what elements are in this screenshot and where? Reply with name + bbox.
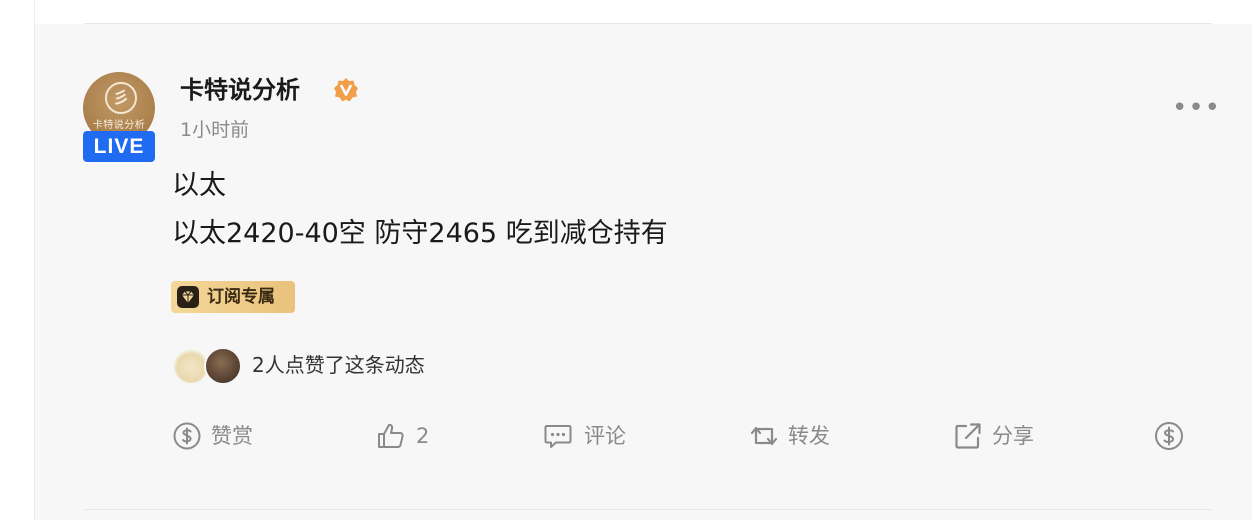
avatar-caption: 卡特说分析 (92, 120, 146, 131)
subscription-exclusive-tag[interactable]: 订阅专属 (171, 281, 295, 313)
more-options-icon[interactable]: ••• (1172, 95, 1220, 121)
share-external-icon (955, 423, 981, 449)
tip-button[interactable] (1154, 419, 1188, 453)
repost-arrows-icon (750, 426, 778, 446)
dollar-coin-icon (1155, 422, 1183, 450)
left-panel-edge (0, 0, 35, 520)
post-content-line-2: 以太2420-40空 防守2465 吃到减仓持有 (172, 218, 668, 249)
post-time: 1小时前 (180, 119, 250, 141)
repost-label: 转发 (788, 424, 830, 448)
like-count: 2 (416, 424, 430, 448)
reward-coin-icon (173, 422, 201, 450)
repost-button[interactable]: 转发 (749, 419, 849, 453)
likes-summary[interactable]: 2人点赞了这条动态 (252, 350, 425, 380)
top-divider (84, 23, 1212, 24)
avatar-logo-glyph: 彡 (112, 88, 129, 107)
diamond-icon (177, 286, 199, 308)
comment-label: 评论 (584, 424, 626, 448)
verified-v-badge-icon (334, 78, 358, 102)
comment-bubble-icon (544, 425, 572, 448)
subscription-tag-label: 订阅专属 (207, 287, 275, 307)
author-name[interactable]: 卡特说分析 (180, 73, 300, 107)
bottom-divider (84, 509, 1212, 510)
post-content-line-1: 以太 (172, 170, 226, 201)
share-button[interactable]: 分享 (953, 419, 1053, 453)
reward-button[interactable]: 赞赏 (172, 419, 272, 453)
like-button[interactable]: 2 (376, 419, 446, 453)
liker-avatar[interactable] (204, 347, 242, 385)
thumbs-up-icon (378, 423, 404, 448)
live-badge[interactable]: LIVE (83, 131, 155, 162)
reward-label: 赞赏 (211, 424, 253, 448)
share-label: 分享 (992, 424, 1034, 448)
comment-button[interactable]: 评论 (543, 419, 643, 453)
